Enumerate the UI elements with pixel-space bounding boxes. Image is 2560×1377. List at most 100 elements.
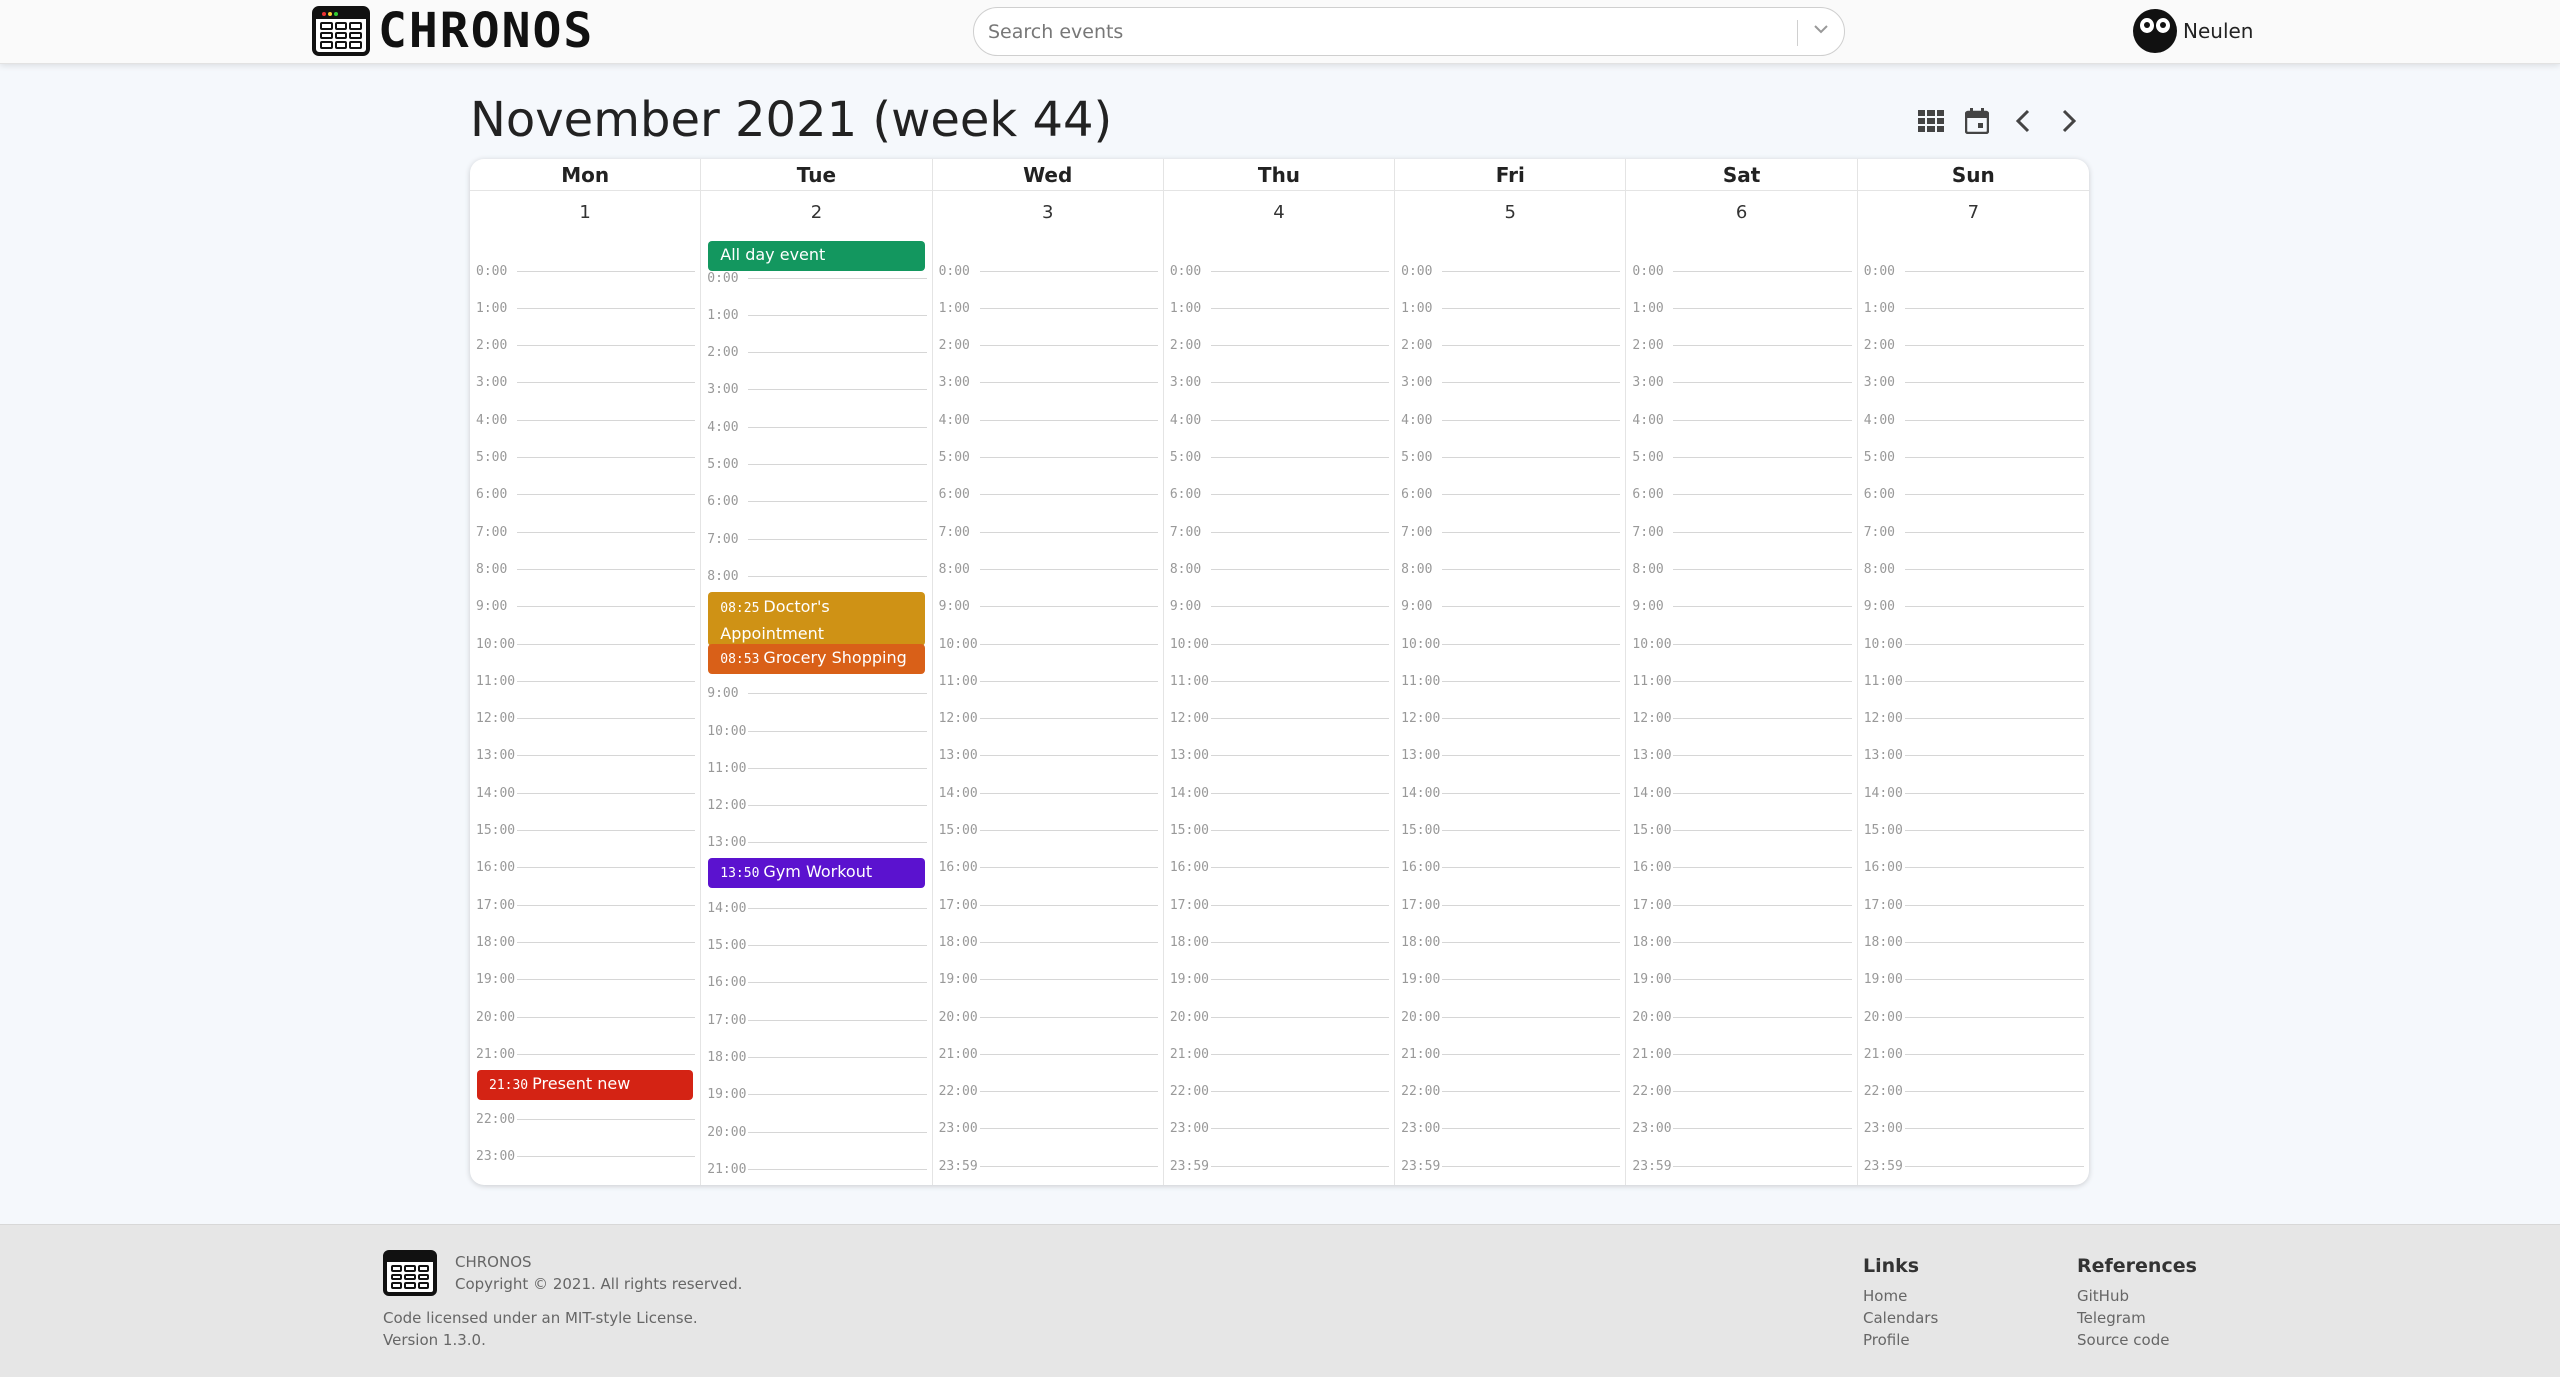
hour-label: 12:00 xyxy=(707,798,747,814)
footer-link-github[interactable]: GitHub xyxy=(2077,1287,2129,1305)
day-column-sat[interactable]: Sat 6 0:00 1:00 2:00 3:00 4:00 5:00 6:00 7:00 8:00… xyxy=(1626,159,1858,1185)
hour-label: 4:00 xyxy=(1863,412,1896,428)
day-column-fri[interactable]: Fri 5 0:00 1:00 2:00 3:00 4:00 5:00 6:00 7:00 8:00… xyxy=(1395,159,1627,1185)
hour-label: 13:00 xyxy=(938,748,978,764)
hour-line xyxy=(1673,419,1852,421)
hour-label: 15:00 xyxy=(476,823,516,838)
calendar-event[interactable]: 13:50 Gym Workout xyxy=(708,858,925,889)
footer-link-home[interactable]: Home xyxy=(1863,1287,1907,1305)
grid-view-icon[interactable] xyxy=(1914,104,1948,138)
hour-label: 19:00 xyxy=(1401,972,1441,988)
hour-label: 23:00 xyxy=(1632,1121,1672,1137)
footer-link-source-code[interactable]: Source code xyxy=(2077,1331,2169,1349)
hour-label: 10:00 xyxy=(1863,636,1903,652)
hour-line xyxy=(1210,457,1390,458)
hour-label: 0:00 xyxy=(1401,263,1433,279)
hour-row: 18:00 xyxy=(707,1049,927,1065)
calendar-event[interactable]: 08:25 Doctor's Appointment xyxy=(708,591,925,646)
hour-line xyxy=(1904,867,2084,869)
chronos-logo[interactable]: CHRONOS xyxy=(312,6,594,56)
hour-label: 11:00 xyxy=(1632,673,1672,689)
hour-line xyxy=(1210,643,1390,645)
hour-row: 7:00 xyxy=(476,525,696,540)
search-input[interactable] xyxy=(988,18,1758,46)
hour-row: 4:00 xyxy=(939,413,1158,428)
hour-line xyxy=(748,730,927,732)
hour-line xyxy=(1442,494,1621,496)
hour-row: 13:00 xyxy=(1864,748,2084,763)
hour-line xyxy=(748,693,927,695)
hour-label: 20:00 xyxy=(1632,1009,1672,1025)
hour-row: 18:00 xyxy=(1864,935,2084,950)
hour-line xyxy=(1673,531,1852,533)
hour-row: 0:00 xyxy=(1401,263,1621,279)
hour-row: 8:00 xyxy=(476,562,696,577)
hour-line xyxy=(748,501,927,503)
hour-label: 23:00 xyxy=(938,1121,978,1137)
hour-line xyxy=(1210,1053,1390,1055)
hour-label: 7:00 xyxy=(1401,524,1433,540)
hour-line xyxy=(1904,307,2084,309)
hour-line xyxy=(517,270,696,272)
footer-link-profile[interactable]: Profile xyxy=(1863,1331,1910,1349)
calendar-logo-icon xyxy=(312,6,370,56)
calendar-event[interactable]: 08:53 Grocery Shopping xyxy=(708,643,925,674)
all-day-event[interactable]: All day event xyxy=(708,241,925,271)
hour-line xyxy=(1673,1165,1852,1167)
hour-row: 20:00 xyxy=(1632,1009,1852,1025)
day-column-thu[interactable]: Thu 4 0:00 1:00 2:00 3:00 4:00 5:00 6:00 7:00 8:00… xyxy=(1163,159,1396,1185)
footer-link-calendars[interactable]: Calendars xyxy=(1863,1309,1938,1327)
chevron-left-icon[interactable] xyxy=(2006,104,2040,138)
hour-line xyxy=(1673,1128,1852,1130)
hour-label: 18:00 xyxy=(707,1049,747,1065)
hour-line xyxy=(1210,941,1390,943)
calendar-icon[interactable] xyxy=(1960,104,1994,138)
hour-label: 8:00 xyxy=(1863,561,1896,577)
hour-row: 16:00 xyxy=(1170,860,1390,875)
day-column-sun[interactable]: Sun 7 0:00 1:00 2:00 3:00 4:00 5:00 6:00 7:00 8:00… xyxy=(1857,159,2089,1185)
day-column-mon[interactable]: Mon 1 0:00 1:00 2:00 3:00 4:00 5:00 6:00 7:00 8:00… xyxy=(470,159,702,1185)
hour-line xyxy=(748,982,927,984)
hour-label: 9:00 xyxy=(1632,599,1664,615)
hour-label: 8:00 xyxy=(1169,561,1202,577)
hour-row: 17:00 xyxy=(707,1013,927,1028)
hour-row: 3:00 xyxy=(1170,375,1390,390)
chevron-down-icon[interactable] xyxy=(1810,20,1832,44)
hour-line xyxy=(517,1119,696,1121)
hour-line xyxy=(1442,830,1621,831)
hour-label: 16:00 xyxy=(476,860,516,876)
hour-row: 19:00 xyxy=(1864,972,2084,987)
day-column-tue[interactable]: Tue 2 All day event 0:00 1:00 2:00 3:00 4:00 5:0… xyxy=(701,159,933,1185)
logo-text: CHRONOS xyxy=(378,3,595,59)
footer-copyright: Copyright © 2021. All rights reserved. xyxy=(455,1275,743,1293)
hour-label: 11:00 xyxy=(1401,673,1441,689)
hour-label: 7:00 xyxy=(1863,524,1896,540)
day-column-wed[interactable]: Wed 3 0:00 1:00 2:00 3:00 4:00 5:00 6:00 7:00 8:00… xyxy=(932,159,1164,1185)
hour-label: 6:00 xyxy=(938,487,970,503)
hour-line xyxy=(979,307,1158,309)
hour-label: 2:00 xyxy=(1401,338,1433,354)
search-box[interactable] xyxy=(973,7,1845,56)
hour-label: 17:00 xyxy=(1863,897,1903,913)
footer-link-telegram[interactable]: Telegram xyxy=(2077,1309,2146,1327)
hour-row: 2:00 xyxy=(939,338,1158,353)
day-date: 4 xyxy=(1273,202,1285,223)
hour-line xyxy=(1904,904,2084,906)
hour-line xyxy=(1904,830,2084,831)
hour-label: 23:00 xyxy=(1863,1121,1903,1137)
hour-line xyxy=(979,382,1158,384)
day-date: 2 xyxy=(810,202,823,223)
chevron-right-icon[interactable] xyxy=(2052,104,2086,138)
hour-row: 17:00 xyxy=(1401,898,1621,913)
hour-row: 11:00 xyxy=(1864,674,2084,689)
hour-label: 21:00 xyxy=(1401,1046,1441,1062)
hour-line xyxy=(748,1056,927,1058)
hour-row: 15:00 xyxy=(1170,823,1390,838)
hour-row: 4:00 xyxy=(1863,412,2084,428)
calendar-event[interactable]: 21:30Present new product xyxy=(477,1069,694,1100)
hour-label: 23:00 xyxy=(476,1149,516,1165)
hour-row: 23:00 xyxy=(1401,1121,1621,1136)
hour-row: 2:00 xyxy=(707,345,927,360)
user-name: Neulen xyxy=(2183,19,2254,43)
user-menu[interactable]: Neulen xyxy=(2133,9,2253,53)
